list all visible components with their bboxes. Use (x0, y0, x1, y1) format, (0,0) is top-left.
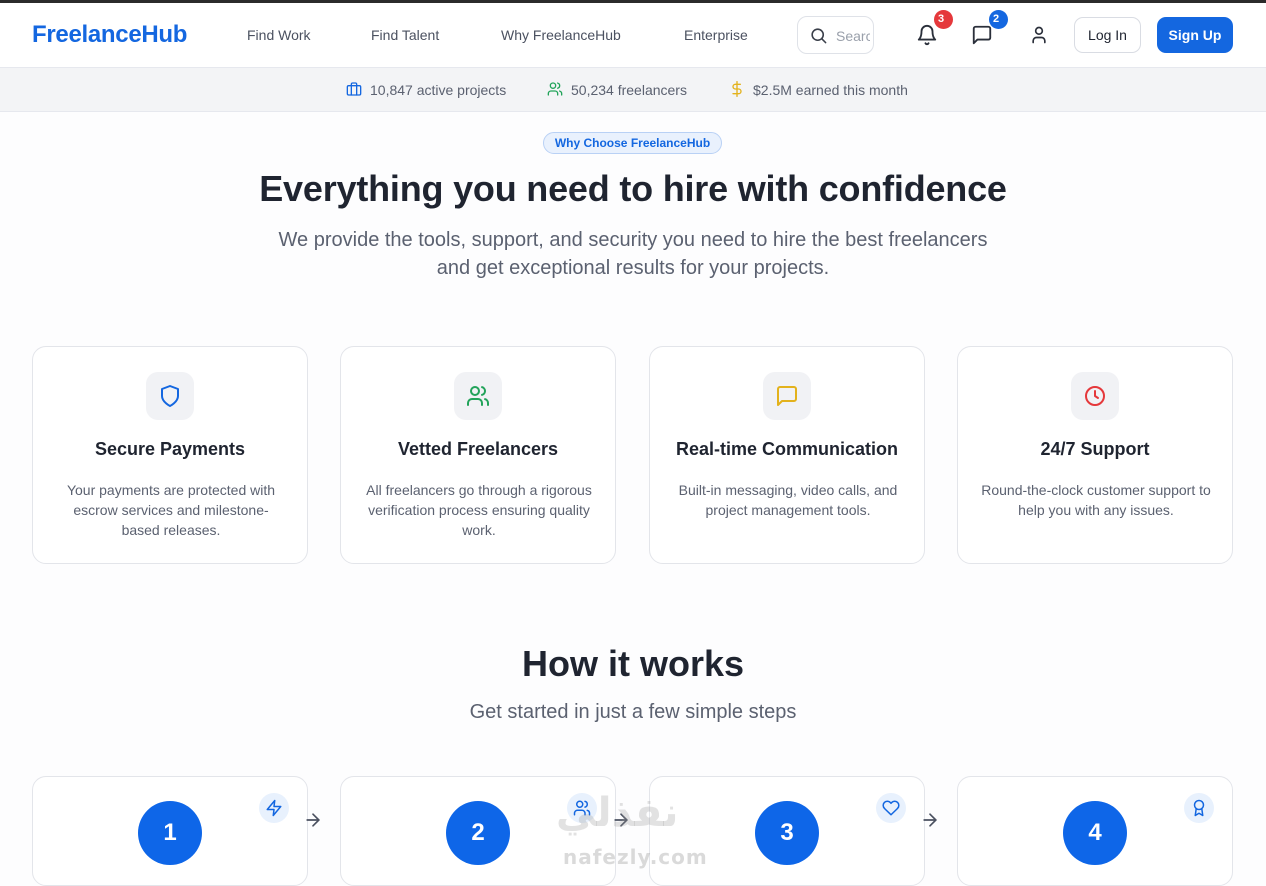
feature-title: Vetted Freelancers (397, 439, 559, 459)
step-card-1: 1 (32, 776, 308, 886)
account-button[interactable] (1027, 23, 1051, 47)
stat-active-projects: 10,847 active projects (370, 82, 507, 98)
step-number: 2 (446, 801, 510, 865)
hero-subtitle-line: and get exceptional results for your pro… (436, 257, 830, 279)
login-button[interactable]: Log In (1074, 17, 1141, 53)
feature-title: 24/7 Support (1040, 439, 1150, 459)
users-icon (467, 386, 489, 406)
arrow-right-icon (923, 813, 937, 827)
feature-card-support: 24/7 Support Round-the-clock customer su… (957, 346, 1233, 564)
stat-earnings: $2.5M earned this month (753, 82, 908, 98)
step-number: 1 (138, 801, 202, 865)
hero-subtitle: We provide the tools, support, and secur… (233, 226, 1033, 282)
feature-icon-box (454, 372, 502, 420)
search-icon (811, 28, 827, 44)
bell-icon (917, 25, 937, 46)
award-icon (1193, 799, 1205, 817)
feature-icon-box (146, 372, 194, 420)
hero-subtitle-line: We provide the tools, support, and secur… (278, 229, 988, 251)
shield-icon (161, 385, 179, 407)
feature-description: Built-in messaging, video calls, and pro… (678, 482, 898, 518)
step-icon-badge (1184, 793, 1214, 823)
site-header: FreelanceHub Find Work Find Talent Why F… (0, 3, 1266, 68)
step-icon-badge (259, 793, 289, 823)
notifications-count-badge: 3 (934, 10, 953, 29)
nav-why-freelancehub[interactable]: Why FreelanceHub (501, 27, 621, 43)
chat-icon (777, 386, 797, 406)
feature-description: Your payments are protected with escrow … (66, 482, 276, 538)
message-icon (972, 25, 992, 45)
feature-card-secure-payments: Secure Payments Your payments are protec… (32, 346, 308, 564)
nav-find-work[interactable]: Find Work (247, 27, 311, 43)
feature-icon-box (763, 372, 811, 420)
section-pill: Why Choose FreelanceHub (543, 132, 722, 154)
zap-icon (266, 799, 282, 817)
feature-title: Secure Payments (94, 439, 246, 459)
dollar-icon (732, 81, 742, 97)
nav-enterprise[interactable]: Enterprise (684, 27, 748, 43)
clock-icon (1085, 386, 1105, 406)
stat-freelancers: 50,234 freelancers (571, 82, 687, 98)
hero-title: Everything you need to hire with confide… (259, 168, 1007, 209)
watermark-latin: nafezly.com (563, 845, 708, 869)
feature-title: Real-time Communication (675, 439, 899, 459)
feature-description: All freelancers go through a rigorous ve… (366, 482, 592, 538)
user-icon (1032, 26, 1046, 44)
search-box[interactable] (797, 16, 874, 54)
search-input[interactable] (836, 26, 870, 46)
heart-icon (882, 800, 900, 816)
messages-count-badge: 2 (989, 10, 1008, 29)
how-it-works-title: How it works (521, 643, 745, 684)
feature-card-vetted-freelancers: Vetted Freelancers All freelancers go th… (340, 346, 616, 564)
step-card-3: 3 (649, 776, 925, 886)
signup-button[interactable]: Sign Up (1157, 17, 1233, 53)
feature-card-real-time-communication: Real-time Communication Built-in messagi… (649, 346, 925, 564)
notifications-button[interactable] (915, 23, 939, 47)
watermark-arabic: نفذلي (556, 791, 679, 835)
feature-description: Round-the-clock customer support to help… (981, 482, 1211, 518)
step-number: 4 (1063, 801, 1127, 865)
users-icon (547, 82, 563, 96)
stats-bar: 10,847 active projects 50,234 freelancer… (0, 68, 1266, 112)
step-card-4: 4 (957, 776, 1233, 886)
feature-icon-box (1071, 372, 1119, 420)
nav-find-talent[interactable]: Find Talent (371, 27, 439, 43)
messages-button[interactable] (970, 23, 994, 47)
step-number: 3 (755, 801, 819, 865)
arrow-right-icon (306, 813, 320, 827)
brand-logo[interactable]: FreelanceHub (32, 21, 187, 49)
step-icon-badge (876, 793, 906, 823)
briefcase-icon (346, 82, 362, 96)
how-it-works-subtitle: Get started in just a few simple steps (469, 701, 797, 723)
